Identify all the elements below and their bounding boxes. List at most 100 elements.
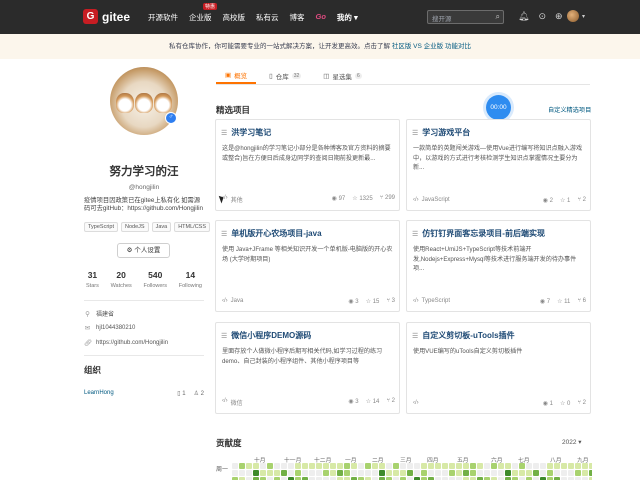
- contrib-cell[interactable]: [295, 470, 301, 476]
- stat-watches[interactable]: 20 Watches: [111, 270, 132, 289]
- contrib-cell[interactable]: [526, 470, 532, 476]
- card-title[interactable]: ☰ 学习游戏平台: [412, 127, 470, 138]
- contrib-cell[interactable]: [449, 470, 455, 476]
- contrib-cell[interactable]: [540, 470, 546, 476]
- contrib-cell[interactable]: [505, 463, 511, 469]
- chevron-down-icon[interactable]: ▾: [582, 13, 585, 20]
- contrib-cell[interactable]: [512, 463, 518, 469]
- contrib-cell[interactable]: [512, 470, 518, 476]
- contrib-cell[interactable]: [393, 463, 399, 469]
- year-select[interactable]: 2022 ▾: [562, 438, 582, 446]
- contrib-cell[interactable]: [309, 463, 315, 469]
- skill-tag[interactable]: NodeJS: [120, 222, 149, 232]
- contrib-cell[interactable]: [323, 470, 329, 476]
- contrib-cell[interactable]: [414, 463, 420, 469]
- project-card[interactable]: ☰ 微信小程序DEMO源码 里面存放个人做微小程序后期写相关代码,如学习过程的练习…: [215, 322, 400, 414]
- contrib-cell[interactable]: [554, 470, 560, 476]
- contrib-cell[interactable]: [498, 463, 504, 469]
- contrib-cell[interactable]: [505, 470, 511, 476]
- contrib-cell[interactable]: [302, 470, 308, 476]
- contrib-cell[interactable]: [295, 463, 301, 469]
- skill-tag[interactable]: HTML/CSS: [174, 222, 210, 232]
- contrib-cell[interactable]: [372, 470, 378, 476]
- contrib-cell[interactable]: [589, 470, 592, 476]
- contrib-cell[interactable]: [281, 463, 287, 469]
- contrib-cell[interactable]: [253, 470, 259, 476]
- contrib-cell[interactable]: [470, 463, 476, 469]
- contrib-cell[interactable]: [582, 470, 588, 476]
- contrib-cell[interactable]: [526, 463, 532, 469]
- contrib-cell[interactable]: [477, 470, 483, 476]
- contrib-cell[interactable]: [435, 463, 441, 469]
- contrib-cell[interactable]: [540, 463, 546, 469]
- contrib-cell[interactable]: [575, 470, 581, 476]
- contrib-cell[interactable]: [582, 463, 588, 469]
- contrib-cell[interactable]: [575, 463, 581, 469]
- contrib-cell[interactable]: [246, 470, 252, 476]
- contrib-cell[interactable]: [428, 463, 434, 469]
- contrib-cell[interactable]: [274, 470, 280, 476]
- contrib-cell[interactable]: [323, 463, 329, 469]
- contrib-cell[interactable]: [316, 470, 322, 476]
- nav-link-university[interactable]: 高校版: [223, 12, 246, 23]
- search-icon[interactable]: ⌕: [496, 12, 500, 22]
- card-title[interactable]: ☰ 单机版开心农场项目-java: [221, 228, 322, 239]
- contrib-cell[interactable]: [561, 463, 567, 469]
- nav-link-open-source[interactable]: 开源软件: [148, 12, 178, 23]
- contrib-cell[interactable]: [456, 463, 462, 469]
- contrib-cell[interactable]: [386, 470, 392, 476]
- contrib-cell[interactable]: [330, 470, 336, 476]
- stat-stars[interactable]: 31 Stars: [86, 270, 99, 289]
- plus-icon[interactable]: ⊕: [555, 11, 563, 21]
- contrib-cell[interactable]: [561, 470, 567, 476]
- contrib-cell[interactable]: [421, 470, 427, 476]
- contrib-cell[interactable]: [267, 463, 273, 469]
- nav-link-enterprise[interactable]: 企业版: [189, 12, 212, 23]
- contrib-cell[interactable]: [428, 470, 434, 476]
- nav-link-go[interactable]: Go: [316, 12, 326, 23]
- contrib-cell[interactable]: [309, 470, 315, 476]
- contrib-cell[interactable]: [344, 470, 350, 476]
- card-title[interactable]: ☰ 自定义剪切板-uTools插件: [412, 330, 515, 341]
- contrib-cell[interactable]: [274, 463, 280, 469]
- contrib-cell[interactable]: [351, 470, 357, 476]
- contrib-cell[interactable]: [379, 463, 385, 469]
- contrib-cell[interactable]: [232, 470, 238, 476]
- project-card[interactable]: ☰ 自定义剪切板-uTools插件 使用VUE编写的uTools自定义剪切板插件 …: [406, 322, 591, 414]
- search-input[interactable]: 搜开源 ⌕: [427, 10, 504, 24]
- contrib-cell[interactable]: [337, 470, 343, 476]
- contrib-cell[interactable]: [372, 463, 378, 469]
- contrib-cell[interactable]: [484, 470, 490, 476]
- card-title[interactable]: ☰ 仿钉钉界面客忘录项目-前后端实现: [412, 228, 545, 239]
- contrib-cell[interactable]: [589, 463, 592, 469]
- bell-icon[interactable]: 🔔︎: [518, 11, 529, 21]
- contrib-cell[interactable]: [568, 470, 574, 476]
- contrib-cell[interactable]: [407, 470, 413, 476]
- contrib-cell[interactable]: [477, 463, 483, 469]
- website-link[interactable]: https://github.com/Hongjilin: [96, 340, 168, 346]
- contrib-cell[interactable]: [554, 463, 560, 469]
- settings-button[interactable]: ⚙ 个人设置: [117, 243, 170, 258]
- contrib-cell[interactable]: [232, 463, 238, 469]
- contrib-cell[interactable]: [463, 470, 469, 476]
- contrib-cell[interactable]: [393, 470, 399, 476]
- contrib-cell[interactable]: [358, 463, 364, 469]
- nav-link-blog[interactable]: 博客: [290, 12, 305, 23]
- contrib-cell[interactable]: [253, 463, 259, 469]
- skill-tag[interactable]: Java: [151, 222, 172, 232]
- contrib-cell[interactable]: [547, 463, 553, 469]
- contrib-cell[interactable]: [484, 463, 490, 469]
- project-card[interactable]: ☰ 单机版开心农场项目-java 使用 Java+JFrame 等相关知识开发一个…: [215, 220, 400, 312]
- contrib-cell[interactable]: [568, 463, 574, 469]
- customize-featured-link[interactable]: 自定义精选项目: [548, 105, 591, 114]
- contrib-cell[interactable]: [519, 470, 525, 476]
- contrib-cell[interactable]: [267, 470, 273, 476]
- project-card[interactable]: ☰ 仿钉钉界面客忘录项目-前后端实现 使用React+UmiJS+TypeScri…: [406, 220, 591, 312]
- contrib-cell[interactable]: [260, 470, 266, 476]
- contrib-cell[interactable]: [547, 470, 553, 476]
- user-avatar[interactable]: [567, 10, 579, 22]
- recording-timer[interactable]: 00:00: [486, 95, 511, 120]
- org-name[interactable]: LearnHong: [84, 390, 114, 397]
- contrib-cell[interactable]: [400, 470, 406, 476]
- contrib-cell[interactable]: [330, 463, 336, 469]
